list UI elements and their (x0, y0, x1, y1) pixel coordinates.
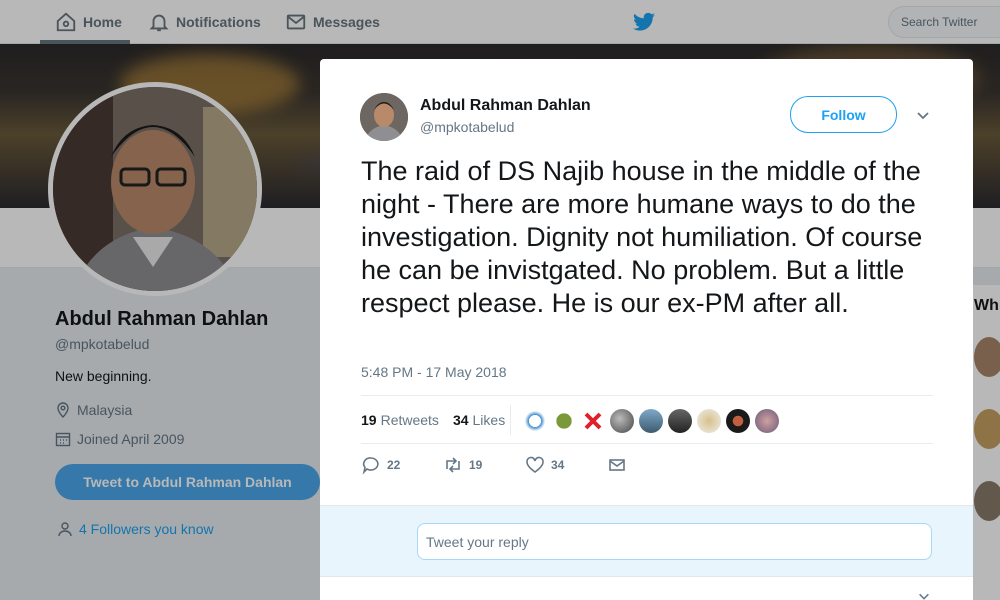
tweet-actions: 22 19 34 (361, 455, 689, 475)
liker-avatar[interactable] (610, 409, 634, 433)
tweet-author-avatar[interactable] (360, 93, 408, 141)
retweet-icon (446, 457, 460, 473)
retweets-label: Retweets (380, 412, 439, 428)
retweets-stat[interactable]: 19 Retweets (361, 412, 439, 428)
liker-avatar[interactable] (581, 409, 605, 433)
heart-icon (526, 456, 544, 473)
liker-avatar[interactable] (697, 409, 721, 433)
divider (361, 395, 933, 396)
liker-avatar[interactable] (552, 409, 576, 433)
like-button[interactable]: 34 (525, 455, 607, 475)
liker-avatar[interactable] (523, 409, 547, 433)
retweets-count: 19 (361, 412, 377, 428)
dm-icon (609, 459, 625, 471)
stat-separator (510, 405, 511, 435)
tweet-stats: 19 Retweets 34 Likes (361, 397, 505, 443)
likes-count: 34 (452, 412, 469, 428)
liker-avatars (523, 409, 779, 433)
direct-message-button[interactable] (607, 455, 689, 475)
reply-count: 22 (387, 458, 401, 472)
chevron-down-icon[interactable] (915, 107, 931, 123)
liker-avatar[interactable] (639, 409, 663, 433)
reply-input[interactable]: Tweet your reply (417, 523, 932, 560)
liker-avatar[interactable] (668, 409, 692, 433)
likes-label: Likes (472, 412, 506, 428)
tweet-author-name[interactable]: Abdul Rahman Dahlan (420, 97, 591, 115)
liker-avatar[interactable] (755, 409, 779, 433)
tweet-author-handle[interactable]: @mpkotabelud (420, 119, 514, 135)
tweet-text: The raid of DS Najib house in the middle… (361, 156, 923, 318)
retweet-count: 19 (469, 458, 483, 472)
likes-stat[interactable]: 34 Likes (453, 412, 505, 428)
follow-button[interactable]: Follow (790, 96, 897, 133)
tweet-timestamp[interactable]: 5:48 PM - 17 May 2018 (361, 364, 507, 380)
reply-icon (362, 457, 379, 475)
reply-button[interactable]: 22 (361, 455, 443, 475)
chevron-down-icon[interactable] (917, 589, 931, 600)
liker-avatar[interactable] (726, 409, 750, 433)
divider (361, 443, 933, 444)
like-count: 34 (551, 458, 565, 472)
reply-composer: Tweet your reply (320, 505, 973, 577)
retweet-button[interactable]: 19 (443, 455, 525, 475)
tweet-modal: Abdul Rahman Dahlan @mpkotabelud Follow … (320, 59, 973, 600)
